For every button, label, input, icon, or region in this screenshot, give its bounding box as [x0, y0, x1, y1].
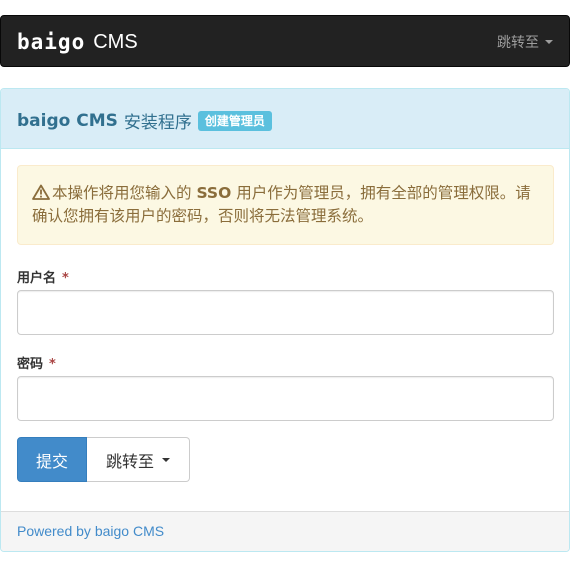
password-label: 密码 * [17, 353, 56, 372]
install-panel: baigo CMS 安装程序 创建管理员 本操作将用您输入的 SSO 用户作为管… [0, 88, 570, 552]
page-title: baigo CMS 安装程序 创建管理员 [17, 108, 272, 133]
alert-text-strong: SSO [196, 184, 232, 202]
alert-text-before: 本操作将用您输入的 [52, 184, 192, 202]
username-label-text: 用户名 [17, 271, 57, 286]
submit-button[interactable]: 提交 [17, 437, 87, 482]
caret-down-icon [162, 457, 170, 462]
password-label-text: 密码 [17, 357, 44, 372]
baigo-logo: baigo [17, 30, 86, 54]
panel-heading: baigo CMS 安装程序 创建管理员 [1, 89, 569, 149]
username-input[interactable] [17, 290, 554, 335]
title-rest: 安装程序 [123, 113, 192, 133]
required-mark: * [49, 357, 56, 372]
nav-jump-label: 跳转至 [497, 35, 539, 51]
brand-home-link[interactable]: baigo CMS [17, 29, 138, 55]
brand-suffix: CMS [93, 30, 138, 53]
panel-footer: Powered by baigo CMS [1, 511, 569, 551]
nav-jump-dropdown[interactable]: 跳转至 [497, 32, 553, 52]
required-mark: * [62, 271, 69, 286]
powered-by-link[interactable]: Powered by baigo CMS [17, 523, 164, 539]
action-button-group: 提交 跳转至 [17, 437, 190, 482]
warning-triangle-icon [32, 184, 50, 200]
warning-alert: 本操作将用您输入的 SSO 用户作为管理员，拥有全部的管理权限。请确认您拥有该用… [17, 165, 554, 245]
password-input[interactable] [17, 376, 554, 421]
jump-to-dropdown-button[interactable]: 跳转至 [87, 437, 190, 482]
top-navbar: baigo CMS 跳转至 [0, 15, 570, 67]
caret-down-icon [545, 40, 553, 44]
username-label: 用户名 * [17, 267, 69, 286]
title-brand: baigo CMS [17, 110, 118, 131]
step-badge: 创建管理员 [197, 110, 272, 131]
jump-to-label: 跳转至 [105, 451, 154, 471]
